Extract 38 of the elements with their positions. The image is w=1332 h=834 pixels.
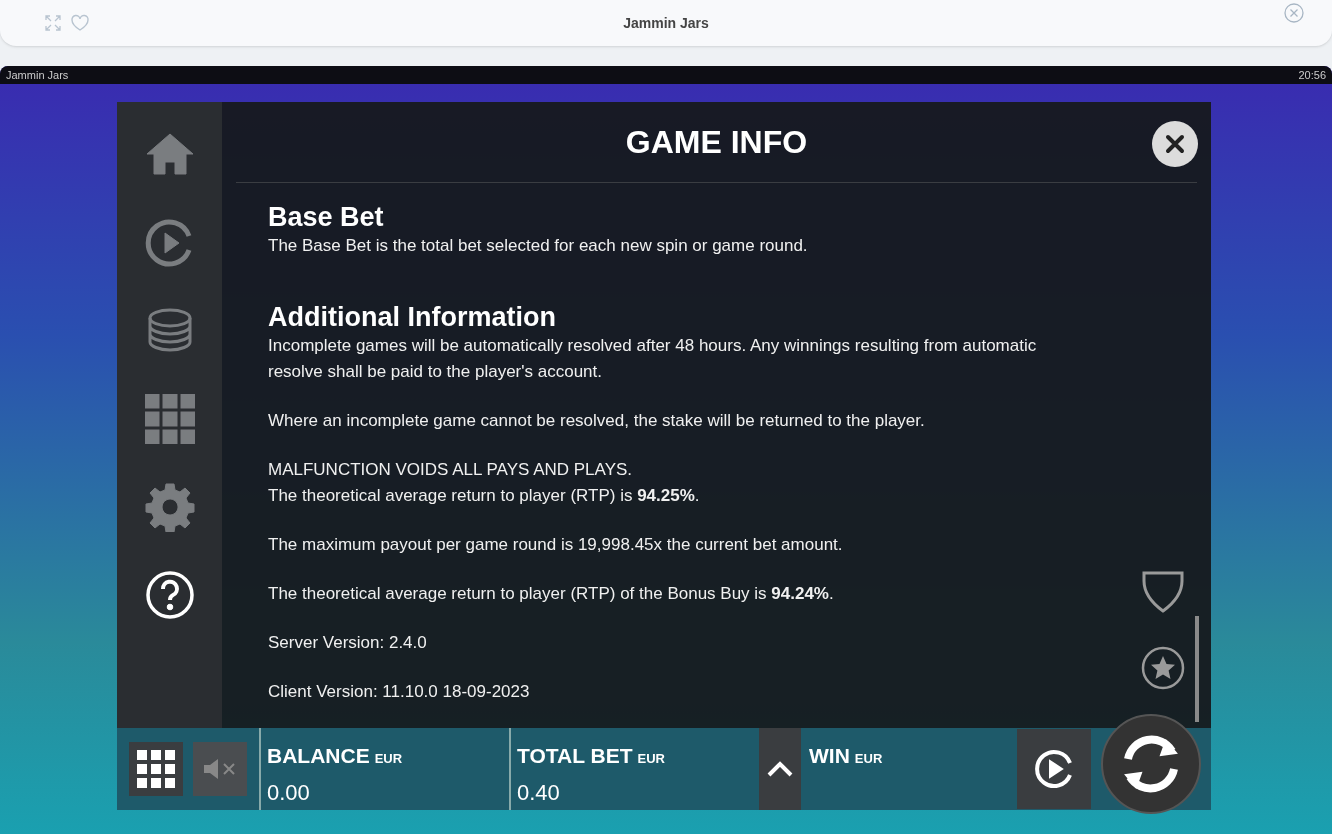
info-text: The Base Bet is the total bet selected for each new spin or game round. — [268, 235, 809, 257]
info-text: The theoretical average return to player (RTP) is 94.25%. — [268, 485, 701, 507]
field-label: TOTAL BET — [517, 743, 633, 769]
close-icon — [1165, 134, 1185, 154]
page-title: Jammin Jars — [623, 13, 709, 33]
help-icon[interactable] — [144, 570, 195, 620]
muted-speaker-icon — [202, 757, 238, 781]
dialog-title: GAME INFO — [625, 123, 808, 162]
info-text: Client Version: 11.10.0 18-09-2023 — [268, 681, 531, 703]
settings-icon[interactable] — [144, 482, 195, 532]
grid-icon — [137, 750, 175, 788]
section-heading: Base Bet — [268, 201, 385, 233]
game-title: Jammin Jars — [6, 67, 69, 83]
field-label: BALANCE — [267, 743, 370, 769]
scrollbar[interactable] — [1195, 616, 1199, 722]
info-text: The maximum payout per game round is 19,998.45x the current bet amount. — [268, 534, 844, 556]
currency-label: EUR — [854, 750, 883, 768]
info-text: Incomplete games will be automatically resolved after 48 hours. Any winnings resulting from automatic resolve shall be paid to the player's account. — [268, 335, 1038, 383]
grid-icon[interactable] — [144, 394, 195, 444]
section-heading: Additional Information — [268, 301, 557, 333]
shield-icon[interactable] — [1141, 570, 1185, 614]
info-text: Where an incomplete game cannot be resolved, the stake will be returned to the player. — [268, 410, 926, 432]
field-value: 0.00 — [267, 778, 311, 807]
bet-up-button[interactable] — [759, 728, 801, 810]
info-text: MALFUNCTION VOIDS ALL PAYS AND PLAYS. — [268, 459, 634, 481]
close-icon[interactable] — [1284, 3, 1304, 23]
field-value: 0.40 — [517, 778, 561, 807]
menu-button[interactable] — [129, 742, 183, 796]
chevron-up-icon — [767, 761, 793, 777]
clock: 20:56 — [1298, 67, 1326, 83]
currency-label: EUR — [637, 750, 665, 768]
field-label: WIN — [809, 743, 850, 769]
mute-button[interactable] — [193, 742, 247, 796]
info-text: The theoretical average return to player (RTP) of the Bonus Buy is 94.24%. — [268, 583, 835, 605]
info-text: Server Version: 2.4.0 — [268, 632, 428, 654]
currency-label: EUR — [374, 750, 403, 768]
close-button[interactable] — [1152, 121, 1198, 167]
autoplay-button[interactable] — [1017, 729, 1091, 809]
